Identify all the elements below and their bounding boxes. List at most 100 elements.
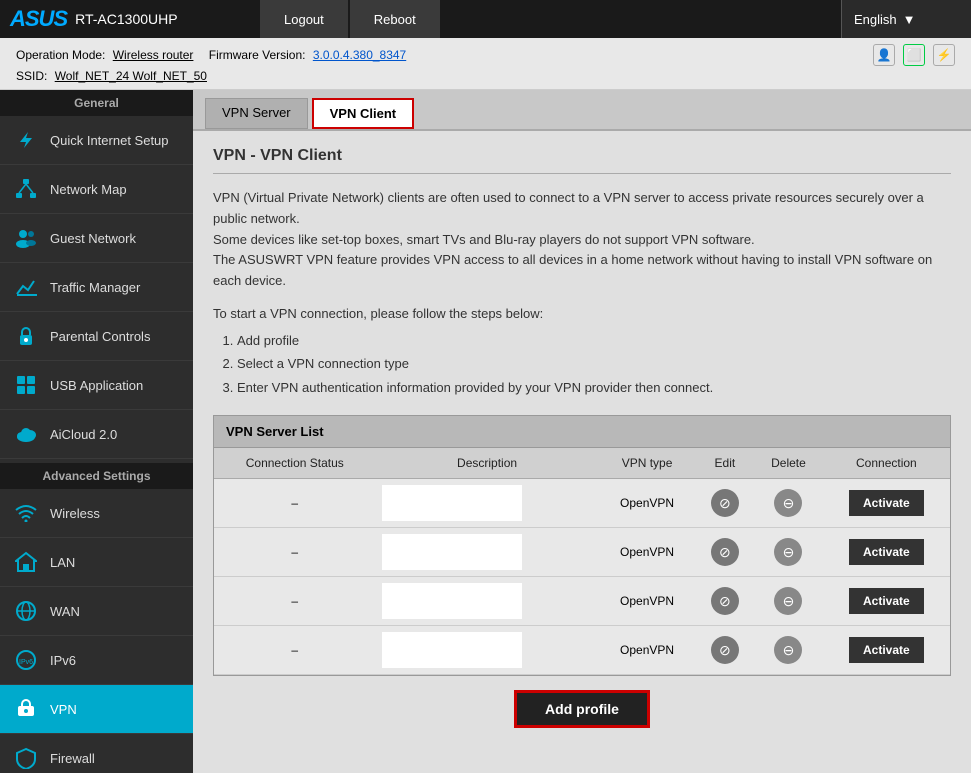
main-layout: General Quick Internet Setup Network Map…: [0, 90, 971, 773]
user-icon[interactable]: 👤: [873, 44, 895, 66]
chevron-down-icon: ▼: [903, 12, 916, 27]
sidebar-label-quick-internet-setup: Quick Internet Setup: [50, 133, 169, 148]
usb-icon[interactable]: ⚡: [933, 44, 955, 66]
table-row: – OpenVPN ⊘ ⊖ Activate: [214, 479, 950, 528]
connection-cell-3[interactable]: Activate: [823, 626, 950, 675]
sidebar-item-wireless[interactable]: Wireless: [0, 489, 193, 538]
edit-cell-2[interactable]: ⊘: [696, 577, 755, 626]
sidebar-item-guest-network[interactable]: Guest Network: [0, 214, 193, 263]
sidebar-label-vpn: VPN: [50, 702, 77, 717]
firmware-label: Firmware Version:: [209, 48, 306, 62]
sidebar-item-ipv6[interactable]: IPv6 IPv6: [0, 636, 193, 685]
sidebar-item-network-map[interactable]: Network Map: [0, 165, 193, 214]
delete-button-1[interactable]: ⊖: [774, 538, 802, 566]
sidebar-item-parental-controls[interactable]: Parental Controls: [0, 312, 193, 361]
ssid-line: SSID: Wolf_NET_24 Wolf_NET_50: [16, 69, 955, 83]
status-cell-3: –: [214, 626, 376, 675]
shield-icon: [12, 744, 40, 772]
add-profile-area: Add profile: [213, 676, 951, 742]
logout-button[interactable]: Logout: [260, 0, 348, 38]
vpn-type-cell-2: OpenVPN: [599, 577, 696, 626]
language-selector[interactable]: English ▼: [841, 0, 971, 38]
sidebar-item-usb-application[interactable]: USB Application: [0, 361, 193, 410]
delete-cell-2[interactable]: ⊖: [754, 577, 823, 626]
sidebar-item-aicloud[interactable]: AiCloud 2.0: [0, 410, 193, 459]
sidebar-item-lan[interactable]: LAN: [0, 538, 193, 587]
content-body: VPN - VPN Client VPN (Virtual Private Ne…: [193, 131, 971, 758]
logo-area: ASUS RT-AC1300UHP: [0, 0, 260, 38]
steps-list: Add profile Select a VPN connection type…: [213, 329, 951, 399]
vpn-server-list: VPN Server List Connection Status Descri…: [213, 415, 951, 676]
description-line-3: The ASUSWRT VPN feature provides VPN acc…: [213, 250, 951, 292]
ssid-values: Wolf_NET_24 Wolf_NET_50: [55, 69, 207, 83]
tab-vpn-client[interactable]: VPN Client: [312, 98, 414, 129]
general-section-title: General: [0, 90, 193, 116]
cloud-icon: [12, 420, 40, 448]
sidebar-label-ipv6: IPv6: [50, 653, 76, 668]
th-connection: Connection: [823, 448, 950, 479]
lightning-icon: [12, 126, 40, 154]
description-line-1: VPN (Virtual Private Network) clients ar…: [213, 188, 951, 230]
connection-cell-1[interactable]: Activate: [823, 528, 950, 577]
description-cell-3[interactable]: [376, 626, 599, 675]
activate-button-3[interactable]: Activate: [849, 637, 924, 663]
vpn-icon: [12, 695, 40, 723]
sidebar-label-guest-network: Guest Network: [50, 231, 136, 246]
tab-bar: VPN Server VPN Client: [193, 90, 971, 131]
sidebar-label-aicloud: AiCloud 2.0: [50, 427, 117, 442]
edit-button-2[interactable]: ⊘: [711, 587, 739, 615]
lock-icon: [12, 322, 40, 350]
sidebar-label-usb-application: USB Application: [50, 378, 143, 393]
edit-button-1[interactable]: ⊘: [711, 538, 739, 566]
operation-mode-value: Wireless router: [113, 48, 194, 62]
edit-cell-0[interactable]: ⊘: [696, 479, 755, 528]
network-icon: [12, 175, 40, 203]
header: ASUS RT-AC1300UHP Logout Reboot English …: [0, 0, 971, 38]
language-label: English: [854, 12, 897, 27]
th-delete: Delete: [754, 448, 823, 479]
description-cell-2[interactable]: [376, 577, 599, 626]
step-1: Add profile: [237, 329, 951, 352]
add-profile-button[interactable]: Add profile: [514, 690, 650, 728]
edit-button-3[interactable]: ⊘: [711, 636, 739, 664]
edit-cell-3[interactable]: ⊘: [696, 626, 755, 675]
activate-button-0[interactable]: Activate: [849, 490, 924, 516]
table-row: – OpenVPN ⊘ ⊖ Activate: [214, 626, 950, 675]
th-edit: Edit: [696, 448, 755, 479]
step-3: Enter VPN authentication information pro…: [237, 376, 951, 399]
sidebar-item-quick-internet-setup[interactable]: Quick Internet Setup: [0, 116, 193, 165]
network-status-icon[interactable]: ⬜: [903, 44, 925, 66]
sidebar-item-firewall[interactable]: Firewall: [0, 734, 193, 773]
ipv6-icon: IPv6: [12, 646, 40, 674]
connection-cell-0[interactable]: Activate: [823, 479, 950, 528]
description-cell-0[interactable]: [376, 479, 599, 528]
wifi-icon: [12, 499, 40, 527]
activate-button-1[interactable]: Activate: [849, 539, 924, 565]
th-description: Description: [376, 448, 599, 479]
sidebar-label-parental-controls: Parental Controls: [50, 329, 150, 344]
sidebar-label-network-map: Network Map: [50, 182, 127, 197]
delete-button-3[interactable]: ⊖: [774, 636, 802, 664]
delete-cell-0[interactable]: ⊖: [754, 479, 823, 528]
activate-button-2[interactable]: Activate: [849, 588, 924, 614]
delete-button-2[interactable]: ⊖: [774, 587, 802, 615]
edit-button-0[interactable]: ⊘: [711, 489, 739, 517]
sidebar-item-wan[interactable]: WAN: [0, 587, 193, 636]
delete-button-0[interactable]: ⊖: [774, 489, 802, 517]
edit-cell-1[interactable]: ⊘: [696, 528, 755, 577]
delete-cell-3[interactable]: ⊖: [754, 626, 823, 675]
connection-cell-2[interactable]: Activate: [823, 577, 950, 626]
page-title: VPN - VPN Client: [213, 147, 951, 174]
ssid-label: SSID:: [16, 69, 47, 83]
operation-mode-line: Operation Mode: Wireless router Firmware…: [16, 48, 406, 62]
sidebar-item-vpn[interactable]: VPN: [0, 685, 193, 734]
reboot-button[interactable]: Reboot: [350, 0, 440, 38]
description-cell-1[interactable]: [376, 528, 599, 577]
tab-vpn-server[interactable]: VPN Server: [205, 98, 308, 129]
advanced-section-title: Advanced Settings: [0, 463, 193, 489]
chart-icon: [12, 273, 40, 301]
model-name: RT-AC1300UHP: [75, 11, 177, 27]
sidebar-item-traffic-manager[interactable]: Traffic Manager: [0, 263, 193, 312]
vpn-type-cell-3: OpenVPN: [599, 626, 696, 675]
delete-cell-1[interactable]: ⊖: [754, 528, 823, 577]
